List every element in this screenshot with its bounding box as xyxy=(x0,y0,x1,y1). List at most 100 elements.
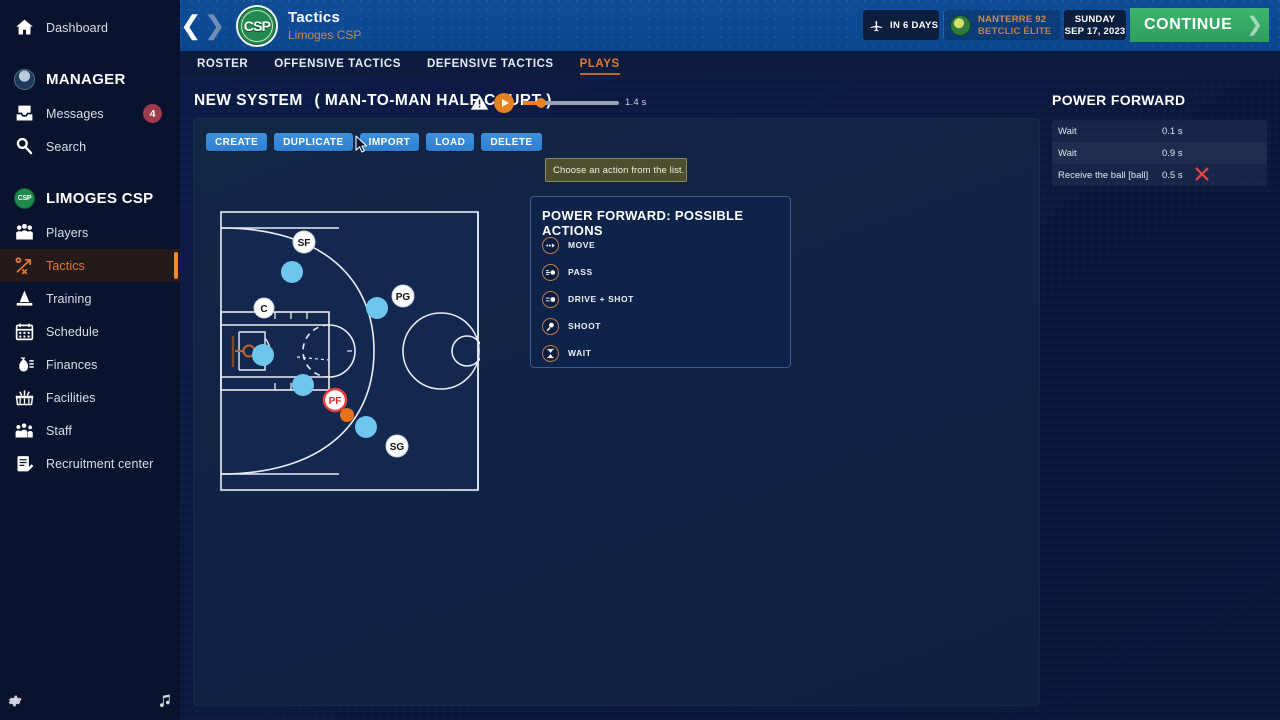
plays-toolbar: CREATE DUPLICATE IMPORT LOAD DELETE xyxy=(206,133,542,151)
tab-defensive-tactics[interactable]: DEFENSIVE TACTICS xyxy=(427,58,554,72)
sidebar-group-label: LIMOGES CSP xyxy=(46,190,153,207)
sidebar-item-staff[interactable]: Staff xyxy=(0,414,180,447)
action-label: SHOOT xyxy=(568,321,601,331)
court-diagram[interactable]: SF C PG PF SG xyxy=(219,210,480,492)
sidebar-item-label: Dashboard xyxy=(46,21,108,35)
possible-actions-title: POWER FORWARD: POSSIBLE ACTIONS xyxy=(542,208,790,238)
play-button[interactable] xyxy=(494,93,514,113)
action-item-drive-shot[interactable]: DRIVE + SHOT xyxy=(542,289,634,309)
sidebar-item-messages[interactable]: Messages 4 xyxy=(0,97,180,130)
sidebar-item-label: Staff xyxy=(46,424,72,438)
red-x-icon[interactable] xyxy=(1194,166,1210,182)
clipboard-icon xyxy=(14,453,35,474)
action-item-pass[interactable]: PASS xyxy=(542,262,593,282)
action-sequence-row[interactable]: Wait 0.9 s xyxy=(1052,142,1267,164)
sidebar-group-label: MANAGER xyxy=(46,71,126,88)
game-screen: Dashboard MANAGER Messages 4 Search CSP xyxy=(0,0,1280,720)
timeline-slider[interactable] xyxy=(523,99,619,106)
messages-badge: 4 xyxy=(143,104,162,123)
plane-icon xyxy=(869,18,884,33)
action-sequence-row[interactable]: Wait 0.1 s xyxy=(1052,120,1267,142)
chevron-right-icon[interactable]: ❯ xyxy=(204,14,226,36)
sidebar-item-recruitment[interactable]: Recruitment center xyxy=(0,447,180,480)
travel-status-chip[interactable]: IN 6 DAYS xyxy=(863,10,939,40)
gear-icon[interactable] xyxy=(5,692,23,710)
sidebar-item-label: Finances xyxy=(46,358,98,372)
top-header: ❮ ❯ CSP Tactics Limoges CSP IN 6 DAYS NA… xyxy=(180,0,1280,51)
action-label: WAIT xyxy=(568,348,591,358)
sidebar-item-dashboard[interactable]: Dashboard xyxy=(0,11,180,44)
history-nav: ❮ ❯ xyxy=(180,14,226,36)
moneybag-icon xyxy=(14,354,35,375)
continue-label: CONTINUE xyxy=(1144,16,1232,34)
tab-roster[interactable]: ROSTER xyxy=(197,58,248,72)
duplicate-button[interactable]: DUPLICATE xyxy=(274,133,353,151)
sidebar-item-players[interactable]: Players xyxy=(0,216,180,249)
timeline-value: 1.4 s xyxy=(625,97,647,108)
sidebar-item-label: Players xyxy=(46,226,88,240)
plays-editor-card: CREATE DUPLICATE IMPORT LOAD DELETE xyxy=(193,118,1040,706)
next-opponent-chip[interactable]: NANTERRE 92 BETCLIC ÉLITE xyxy=(943,10,1060,40)
sidebar-item-tactics[interactable]: Tactics xyxy=(0,249,180,282)
selected-player-panel: POWER FORWARD Wait 0.1 s Wait 0.9 s Rece… xyxy=(1052,92,1267,186)
sidebar-item-label: Training xyxy=(46,292,92,306)
sidebar-item-finances[interactable]: Finances xyxy=(0,348,180,381)
svg-text:C: C xyxy=(260,304,267,315)
sidebar-item-label: Search xyxy=(46,140,86,154)
svg-text:PG: PG xyxy=(396,292,411,303)
action-name: Receive the ball [ball] xyxy=(1058,170,1148,181)
inbox-icon xyxy=(14,103,35,124)
sidebar-item-label: Facilities xyxy=(46,391,96,405)
sidebar-item-schedule[interactable]: Schedule xyxy=(0,315,180,348)
music-note-icon[interactable] xyxy=(157,692,175,710)
load-button[interactable]: LOAD xyxy=(426,133,474,151)
home-icon xyxy=(14,17,35,38)
sidebar-item-label: Schedule xyxy=(46,325,99,339)
sidebar-item-facilities[interactable]: Facilities xyxy=(0,381,180,414)
svg-text:SG: SG xyxy=(390,442,405,453)
shoot-icon xyxy=(542,318,559,335)
sidebar-item-label: Messages xyxy=(46,107,104,121)
action-name: Wait xyxy=(1058,148,1077,159)
avatar-icon xyxy=(14,69,35,90)
hint-tooltip: Choose an action from the list. xyxy=(545,158,687,182)
action-label: MOVE xyxy=(568,240,595,250)
action-item-wait[interactable]: WAIT xyxy=(542,343,591,363)
action-label: DRIVE + SHOT xyxy=(568,294,634,304)
tactics-icon xyxy=(14,255,35,276)
crest-text: CSP xyxy=(244,18,270,34)
svg-text:PF: PF xyxy=(329,396,342,407)
players-icon xyxy=(14,222,35,243)
opponent-league: BETCLIC ÉLITE xyxy=(978,26,1051,37)
tooltip-text: Choose an action from the list. xyxy=(553,165,684,176)
action-time: 0.5 s xyxy=(1162,170,1183,181)
club-crest-icon: CSP xyxy=(14,188,35,209)
magnifier-icon xyxy=(14,136,35,157)
travel-label: IN 6 DAYS xyxy=(890,20,938,31)
drive-shot-icon xyxy=(542,291,559,308)
sidebar-item-search[interactable]: Search xyxy=(0,130,180,163)
chevron-left-icon[interactable]: ❮ xyxy=(180,14,202,36)
slider-knob[interactable] xyxy=(536,98,546,108)
action-sequence-row[interactable]: Receive the ball [ball] 0.5 s xyxy=(1052,164,1267,186)
stadium-icon xyxy=(14,387,35,408)
system-type: ( MAN-TO-MAN HALF COURT ) xyxy=(314,92,551,109)
opponent-crest-icon xyxy=(950,15,971,36)
sidebar-bottom-bar xyxy=(0,686,180,720)
tab-offensive-tactics[interactable]: OFFENSIVE TACTICS xyxy=(274,58,401,72)
sidebar-item-training[interactable]: Training xyxy=(0,282,180,315)
import-button[interactable]: IMPORT xyxy=(360,133,420,151)
action-item-move[interactable]: MOVE xyxy=(542,235,595,255)
cone-icon xyxy=(14,288,35,309)
date-value: SEP 17, 2023 xyxy=(1065,26,1126,37)
create-button[interactable]: CREATE xyxy=(206,133,267,151)
staff-icon xyxy=(14,420,35,441)
action-sequence-list: Wait 0.1 s Wait 0.9 s Receive the ball [… xyxy=(1052,120,1267,186)
continue-button[interactable]: CONTINUE ❯ xyxy=(1130,8,1269,42)
sidebar-group-club: CSP LIMOGES CSP xyxy=(0,180,180,216)
tab-plays[interactable]: PLAYS xyxy=(580,58,620,72)
delete-button[interactable]: DELETE xyxy=(481,133,541,151)
calendar-icon xyxy=(14,321,35,342)
system-name: NEW SYSTEM xyxy=(194,92,303,109)
action-item-shoot[interactable]: SHOOT xyxy=(542,316,601,336)
